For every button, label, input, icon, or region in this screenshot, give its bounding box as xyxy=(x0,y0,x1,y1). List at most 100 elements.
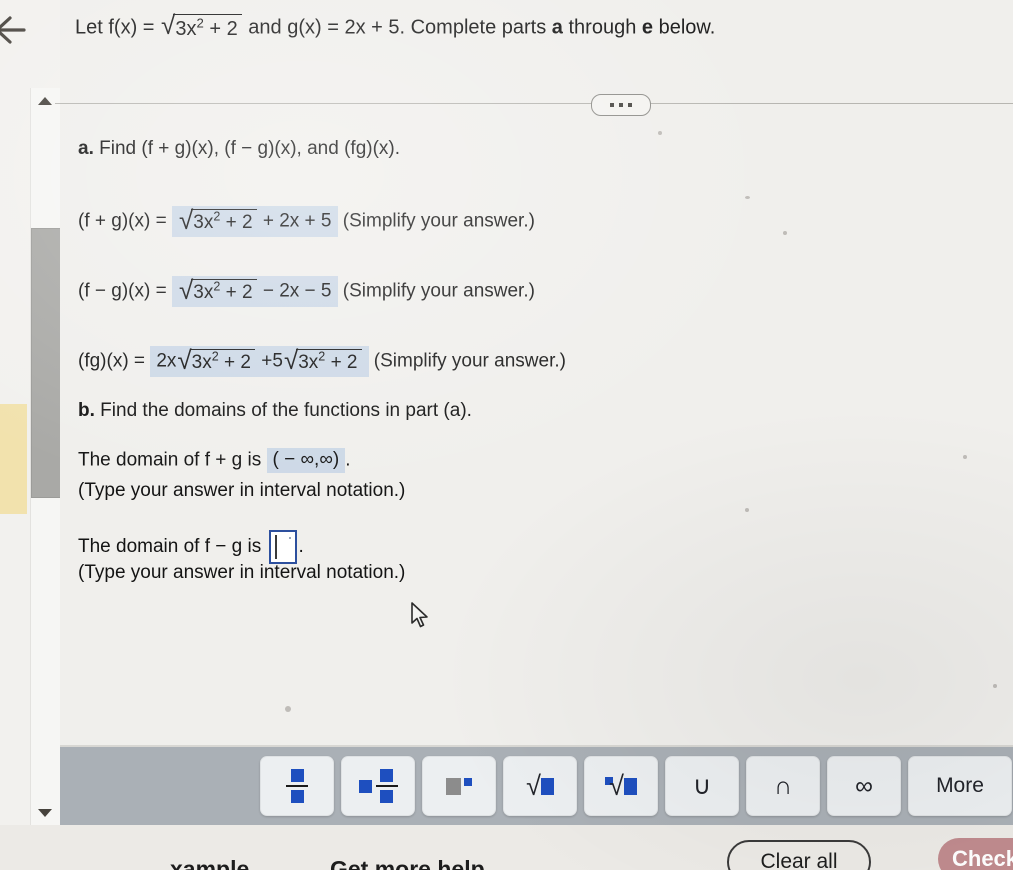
problem-middle: and g(x) = 2x + 5. xyxy=(248,16,406,39)
problem-statement: Let f(x) = √ 3x2 + 2 and g(x) = 2x + 5. C… xyxy=(75,10,1003,42)
fraction-button[interactable] xyxy=(260,756,334,816)
section-divider xyxy=(55,94,1013,116)
interval-note-2-text: (Type your answer in interval notation.) xyxy=(78,562,406,583)
answer-radical-2: √ 3x2 + 2 xyxy=(284,347,362,374)
part-last-label: e xyxy=(641,16,654,39)
answer-radicand: 3x2 + 2 xyxy=(191,209,257,234)
nth-root-button[interactable]: √ xyxy=(584,756,658,816)
more-options-ellipsis-icon[interactable] xyxy=(591,94,651,116)
radicand-tail: + 2 xyxy=(224,352,251,373)
exponent-box xyxy=(464,777,472,786)
domain-f-minus-g-row: The domain of f − g is . xyxy=(78,530,304,564)
radicand-base: 3x xyxy=(193,212,214,233)
denominator-box xyxy=(380,790,393,803)
answer-radicand: 3x2 + 2 xyxy=(189,349,255,374)
nth-root-icon: √ xyxy=(605,770,637,801)
intersection-button[interactable]: ∩ xyxy=(746,756,820,816)
radical-sign: √ xyxy=(161,10,176,40)
screen-photo: Let f(x) = √ 3x2 + 2 and g(x) = 2x + 5. C… xyxy=(0,0,1013,870)
denominator-box xyxy=(290,790,304,803)
union-button[interactable]: ∪ xyxy=(665,756,739,816)
f-plus-g-answer-box[interactable]: √ 3x2 + 2 + 2x + 5 xyxy=(171,206,338,237)
f-radicand-base: 3x xyxy=(175,18,197,40)
union-icon: ∪ xyxy=(692,772,712,800)
f-times-g-answer-box[interactable]: 2x √ 3x2 + 2 +5 √ 3x2 + 2 xyxy=(150,346,369,377)
dot xyxy=(628,103,632,107)
answer-radical: √ 3x2 + 2 xyxy=(178,275,257,305)
dot xyxy=(619,103,623,107)
get-more-help-link[interactable]: Get more help xyxy=(330,856,485,870)
square-root-button[interactable]: √ xyxy=(503,756,577,816)
chevron-down-icon xyxy=(38,809,52,817)
view-example-link[interactable]: xample xyxy=(170,856,249,870)
scrollbar-down-arrow[interactable] xyxy=(30,800,60,826)
radicand-exponent: 2 xyxy=(211,349,219,364)
instruction-post: below. xyxy=(658,16,716,39)
f-minus-g-row: (f − g)(x) = √ 3x2 + 2 − 2x − 5 (Simplify… xyxy=(78,276,535,307)
mouse-cursor xyxy=(410,602,432,630)
footer-links: xample Get more help xyxy=(0,856,620,870)
interval-note-1-text: (Type your answer in interval notation.) xyxy=(78,480,406,501)
domain-f-minus-g-input[interactable] xyxy=(268,530,297,564)
square-root-icon: √ xyxy=(526,772,554,800)
math-palette-toolbar: √ √ ∪ ∩ ∞ More xyxy=(60,747,1013,825)
problem-content-area: Let f(x) = √ 3x2 + 2 and g(x) = 2x + 5. C… xyxy=(55,0,1013,870)
instruction-pre: Complete parts xyxy=(410,16,547,39)
back-arrow-icon[interactable] xyxy=(0,8,34,52)
instruction-mid: through xyxy=(568,16,637,39)
highlight-marker xyxy=(0,404,27,514)
domain-f-minus-g-prompt: The domain of f − g is xyxy=(78,536,262,558)
part-b-prompt-row: b. Find the domains of the functions in … xyxy=(78,400,472,422)
divider-line xyxy=(55,103,1013,104)
answer-radicand: 3x2 + 2 xyxy=(191,279,257,304)
question-body: a. Find (f + g)(x), (f − g)(x), and (fg)… xyxy=(60,120,1013,740)
radicand-exponent: 2 xyxy=(318,349,326,364)
radicand-base: 3x xyxy=(298,352,319,373)
whole-box xyxy=(358,779,372,793)
radical-sign: √ xyxy=(178,275,194,305)
radicand-box xyxy=(623,777,637,795)
clear-all-button[interactable]: Clear all xyxy=(727,840,871,870)
fraction-icon xyxy=(286,769,308,803)
domain-f-plus-g-answer-box[interactable]: ( − ∞,∞) xyxy=(266,448,346,473)
domain-f-minus-g-period: . xyxy=(298,536,304,558)
mixed-number-icon xyxy=(358,769,398,803)
dot xyxy=(610,103,614,107)
left-rail xyxy=(0,0,61,870)
infinity-button[interactable]: ∞ xyxy=(827,756,901,816)
answer-radical: √ 3x2 + 2 xyxy=(179,207,257,234)
math-palette-buttons: √ √ ∪ ∩ ∞ More xyxy=(260,756,1012,816)
f-minus-g-answer-box[interactable]: √ 3x2 + 2 − 2x − 5 xyxy=(171,275,338,307)
f-radicand-exponent: 2 xyxy=(196,15,204,31)
interval-note-2: (Type your answer in interval notation.) xyxy=(78,562,405,584)
mixed-number-button[interactable] xyxy=(341,756,415,816)
chevron-up-icon xyxy=(38,97,52,105)
check-answer-label: Check xyxy=(952,846,1013,870)
f-plus-g-hint: (Simplify your answer.) xyxy=(342,210,535,232)
answer-trailing-terms: − 2x − 5 xyxy=(262,280,332,302)
exponent-button[interactable] xyxy=(422,756,496,816)
radicand-tail: + 2 xyxy=(225,282,253,303)
f-minus-g-hint: (Simplify your answer.) xyxy=(342,280,535,302)
answer-radical-1: √ 3x2 + 2 xyxy=(177,347,255,374)
fraction-bar xyxy=(375,785,398,787)
radicand-base: 3x xyxy=(193,282,214,303)
part-b-label: b. xyxy=(78,400,95,421)
second-coefficient: 5 xyxy=(272,350,283,372)
f-plus-g-lhs: (f + g)(x) = xyxy=(78,210,167,232)
problem-prefix: Let f(x) = xyxy=(75,16,155,39)
scrollbar-thumb[interactable] xyxy=(31,228,61,498)
check-answer-button[interactable]: Check xyxy=(938,838,1013,870)
numerator-box xyxy=(290,769,304,782)
radical-sign: √ xyxy=(609,770,624,801)
domain-f-plus-g-row: The domain of f + g is ( − ∞,∞). xyxy=(78,448,351,473)
domain-f-plus-g-value: ( − ∞,∞) xyxy=(272,449,340,470)
f-times-g-row: (fg)(x) = 2x √ 3x2 + 2 +5 √ 3x2 + 2 (Simplif… xyxy=(78,346,566,377)
f-plus-g-row: (f + g)(x) = √ 3x2 + 2 + 2x + 5 (Simplify… xyxy=(78,206,535,237)
exponent-icon xyxy=(446,777,472,795)
f-radicand: 3x2 + 2 xyxy=(173,14,242,42)
more-symbols-button[interactable]: More xyxy=(908,756,1012,816)
radicand-base: 3x xyxy=(191,352,212,373)
domain-f-plus-g-period: . xyxy=(345,449,351,471)
radicand-tail: + 2 xyxy=(225,212,253,233)
